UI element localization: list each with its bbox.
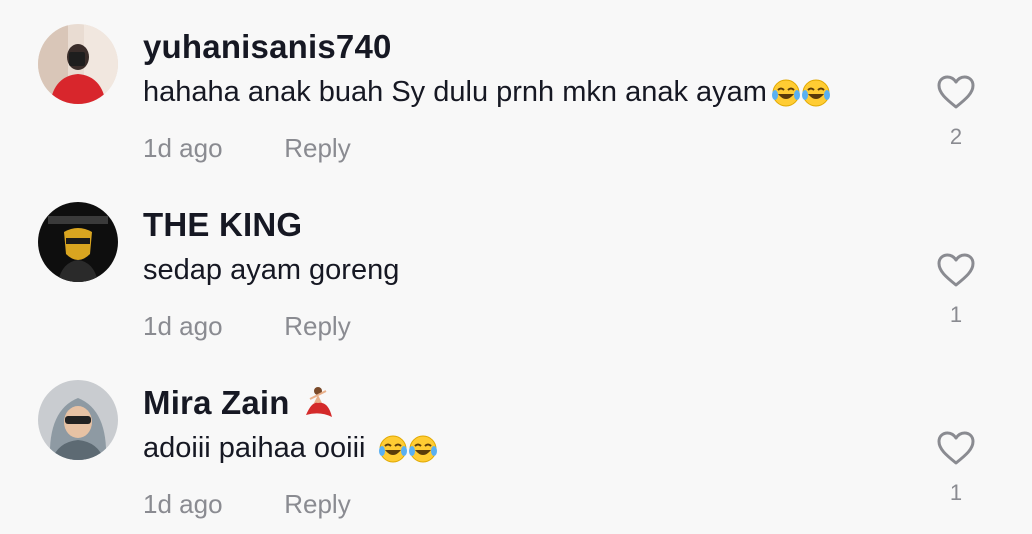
like-button[interactable] — [936, 252, 976, 288]
like-count: 1 — [949, 480, 963, 505]
heart-icon — [937, 431, 975, 465]
comment-text: sedap ayam goreng — [143, 254, 399, 287]
username-text: yuhanisanis740 — [143, 28, 392, 65]
tears-of-joy-emoji-icon — [408, 434, 438, 464]
heart-icon — [937, 253, 975, 287]
comment-meta: 1d ago Reply — [143, 133, 351, 164]
like-count: 1 — [949, 302, 963, 327]
comment-text-body: adoiii paihaa ooiii — [143, 432, 374, 464]
heart-icon — [937, 75, 975, 109]
avatar[interactable] — [38, 24, 118, 104]
like-button[interactable] — [936, 430, 976, 466]
comment-item: THE KING sedap ayam goreng 1d ago Reply … — [0, 178, 1032, 356]
username-text: THE KING — [143, 206, 303, 243]
comment-text-body: sedap ayam goreng — [143, 254, 400, 286]
tears-of-joy-emoji-icon — [771, 78, 801, 108]
comment-item: yuhanisanis740 hahaha anak buah Sy dulu … — [0, 0, 1032, 178]
avatar[interactable] — [38, 202, 118, 282]
comment-meta: 1d ago Reply — [143, 489, 351, 520]
timestamp: 1d ago — [143, 311, 223, 341]
tears-of-joy-emoji-icon — [801, 78, 831, 108]
comment-text: adoiii paihaa ooiii — [143, 432, 438, 465]
username-text: Mira Zain — [143, 384, 290, 421]
avatar[interactable] — [38, 380, 118, 460]
timestamp: 1d ago — [143, 489, 223, 519]
comment-text-body: hahaha anak buah Sy dulu prnh mkn anak a… — [143, 76, 767, 108]
username[interactable]: yuhanisanis740 — [143, 28, 392, 66]
comment-item: Mira Zain adoiii paihaa ooiii 1d ago Rep… — [0, 356, 1032, 534]
like-button[interactable] — [936, 74, 976, 110]
dancer-emoji-icon — [300, 385, 336, 421]
reply-button[interactable]: Reply — [284, 489, 350, 520]
username[interactable]: THE KING — [143, 206, 302, 244]
reply-button[interactable]: Reply — [284, 311, 350, 342]
username[interactable]: Mira Zain — [143, 384, 336, 422]
like-count: 2 — [949, 124, 963, 149]
comment-meta: 1d ago Reply — [143, 311, 351, 342]
comment-text: hahaha anak buah Sy dulu prnh mkn anak a… — [143, 76, 831, 109]
timestamp: 1d ago — [143, 133, 223, 163]
tears-of-joy-emoji-icon — [378, 434, 408, 464]
reply-button[interactable]: Reply — [284, 133, 350, 164]
